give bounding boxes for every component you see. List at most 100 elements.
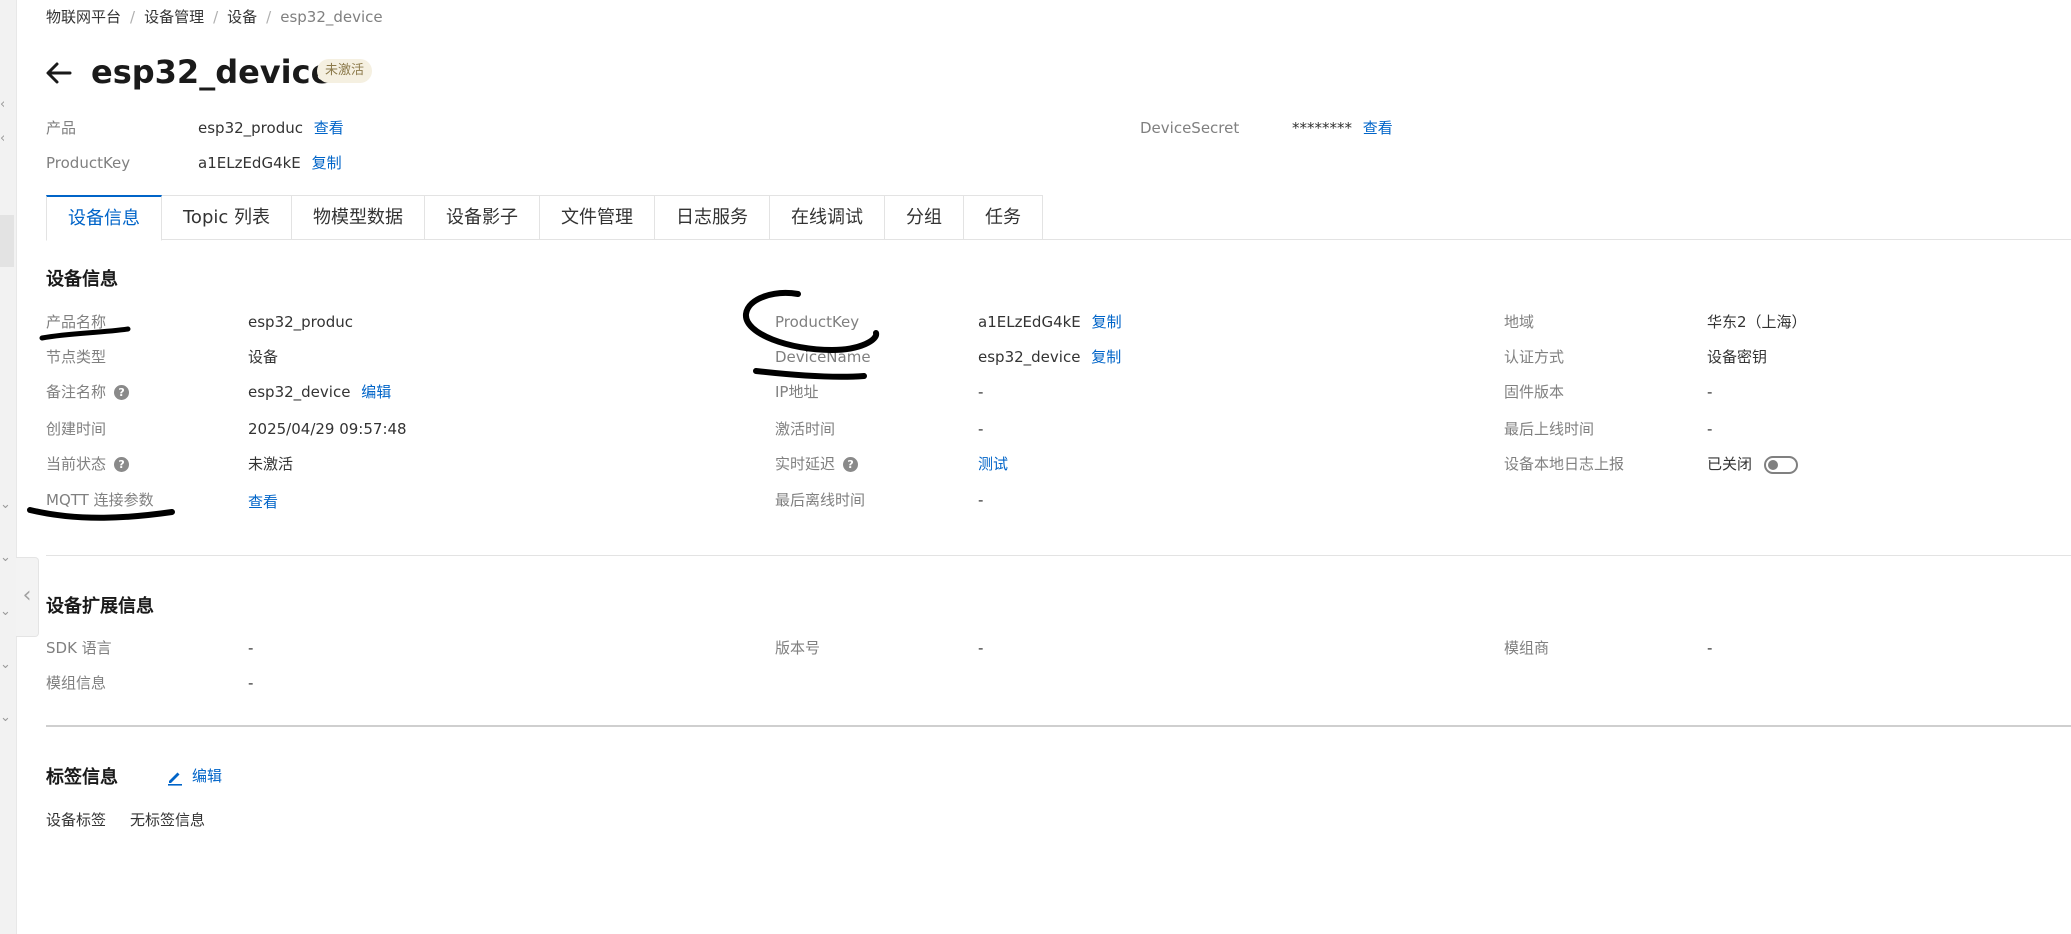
local-log-group: 已关闭 [1707,454,1799,474]
devicename-value: esp32_device [978,348,1081,366]
local-log-label: 设备本地日志上报 [1504,455,1625,473]
product-label: 产品 [46,119,77,137]
left-rail: ‹ ‹ ⌄ ⌄ ⌄ ⌄ ⌄ [0,0,17,934]
activated-at-label: 激活时间 [775,420,836,438]
remark-name-value: esp32_device [248,383,351,401]
breadcrumb-item[interactable]: 设备 [227,8,257,26]
firmware-value: - [1707,383,1713,401]
created-at-value: 2025/04/29 09:57:48 [248,420,407,438]
tab-online-debug[interactable]: 在线调试 [770,195,885,240]
tab-thing-model-data[interactable]: 物模型数据 [292,195,425,240]
local-log-value: 已关闭 [1707,455,1753,473]
tab-device-info[interactable]: 设备信息 [46,195,162,241]
current-status-value: 未激活 [248,455,294,473]
activated-at-value: - [978,420,984,438]
device-info-title: 设备信息 [46,269,118,290]
mqtt-params-label: MQTT 连接参数 [46,491,154,509]
breadcrumb-item[interactable]: 设备管理 [144,8,204,26]
copy-productkey-link[interactable]: 复制 [312,154,342,172]
view-secret-link[interactable]: 查看 [1363,119,1393,137]
auth-method-label: 认证方式 [1504,348,1565,366]
created-at-label: 创建时间 [46,420,107,438]
view-mqtt-params-link[interactable]: 查看 [248,492,278,512]
rail-chevron-icon[interactable]: ⌄ [0,551,14,565]
module-vendor-value: - [1707,639,1713,657]
devicesecret-meta: ******** 查看 [1292,118,1393,138]
ext-info-title: 设备扩展信息 [46,596,154,617]
node-type-label: 节点类型 [46,348,107,366]
ip-value: - [978,383,984,401]
help-icon[interactable]: ? [114,385,130,400]
help-icon[interactable]: ? [114,457,130,472]
breadcrumb: 物联网平台 / 设备管理 / 设备 / esp32_device [46,7,383,27]
breadcrumb-separator: / [213,8,219,26]
remark-name-value-group: esp32_device 编辑 [248,382,391,402]
latency-label-group: 实时延迟? [775,454,859,474]
back-arrow-icon[interactable] [44,58,74,88]
copy-productkey-button[interactable]: 复制 [1092,313,1122,331]
view-product-link[interactable]: 查看 [314,119,344,137]
last-online-label: 最后上线时间 [1504,420,1595,438]
status-badge: 未激活 [317,59,373,83]
devicesecret-value: ******** [1292,119,1352,137]
product-name-label: 产品名称 [46,313,107,331]
rail-chevron-icon[interactable]: ⌄ [0,658,14,672]
underline-scribble [753,368,867,380]
last-offline-label: 最后离线时间 [775,491,866,509]
productkey-field-label: ProductKey [775,313,860,331]
version-label: 版本号 [775,639,821,657]
underline-scribble [27,507,175,521]
module-info-label: 模组信息 [46,674,107,692]
breadcrumb-separator: / [266,8,272,26]
chevron-left-icon: ‹ [22,583,32,608]
rail-chevron-icon[interactable]: ‹ [0,132,14,146]
test-latency-link[interactable]: 测试 [978,454,1008,474]
node-type-value: 设备 [248,348,279,366]
collapse-sidebar-button[interactable]: ‹ [16,557,39,637]
devicesecret-label: DeviceSecret [1140,119,1240,137]
region-label: 地域 [1504,313,1535,331]
rail-active-block[interactable] [0,215,14,267]
tab-topic-list[interactable]: Topic 列表 [162,195,292,240]
remark-name-label: 备注名称 [46,383,107,401]
ip-label: IP地址 [775,383,819,401]
rail-chevron-icon[interactable]: ‹ [0,98,14,112]
latency-label: 实时延迟 [775,455,836,473]
tab-log-service[interactable]: 日志服务 [655,195,770,240]
module-info-value: - [248,674,254,692]
product-meta: esp32_produc 查看 [198,118,344,138]
breadcrumb-current: esp32_device [280,8,383,26]
productkey-value: a1ELzEdG4kE [198,154,301,172]
tab-device-shadow[interactable]: 设备影子 [425,195,540,240]
tab-groups[interactable]: 分组 [885,195,964,240]
toggle-knob [1768,459,1779,470]
devicename-label: DeviceName [775,348,871,366]
rail-chevron-icon[interactable]: ⌄ [0,711,14,725]
productkey-label: ProductKey [46,154,131,172]
devicename-group: esp32_device 复制 [978,347,1121,367]
tab-tasks[interactable]: 任务 [964,195,1043,240]
rail-chevron-icon[interactable]: ⌄ [0,498,14,512]
auth-method-value: 设备密钥 [1707,348,1768,366]
breadcrumb-item[interactable]: 物联网平台 [46,8,121,26]
productkey-meta: a1ELzEdG4kE 复制 [198,153,342,173]
firmware-label: 固件版本 [1504,383,1565,401]
tags-title: 标签信息 [46,767,118,788]
tab-file-management[interactable]: 文件管理 [540,195,655,240]
rail-chevron-icon[interactable]: ⌄ [0,605,14,619]
copy-devicename-button[interactable]: 复制 [1091,348,1121,366]
pencil-icon [168,772,182,786]
remark-name-label-group: 备注名称? [46,382,130,402]
last-online-value: - [1707,420,1713,438]
local-log-toggle[interactable] [1764,455,1799,474]
breadcrumb-separator: / [130,8,136,26]
current-status-label-group: 当前状态? [46,454,130,474]
product-name-value: esp32_produc [248,313,353,331]
page-title: esp32_device [91,53,333,91]
edit-tags-label: 编辑 [192,767,223,785]
edit-tags-button[interactable]: 编辑 [166,766,222,786]
help-icon[interactable]: ? [843,457,859,472]
edit-remark-link[interactable]: 编辑 [361,383,391,401]
version-value: - [978,639,984,657]
productkey-field-group: a1ELzEdG4kE 复制 [978,312,1122,332]
